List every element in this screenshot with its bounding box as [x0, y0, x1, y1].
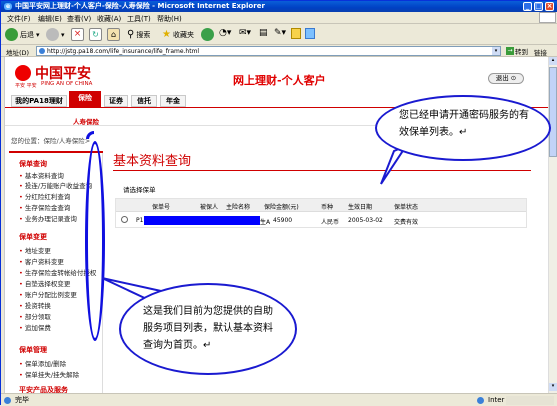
top-callout: 您已经申请开通密码服务的有效保单列表。↵: [375, 95, 551, 161]
browser-window: e 中国平安网上理财-个人客户-保险-人寿保险 - Microsoft Inte…: [0, 0, 557, 406]
bottom-callout: 这是我们目前为您提供的自助服务项目列表，默认基本资料查询为首页。↵: [119, 283, 297, 375]
